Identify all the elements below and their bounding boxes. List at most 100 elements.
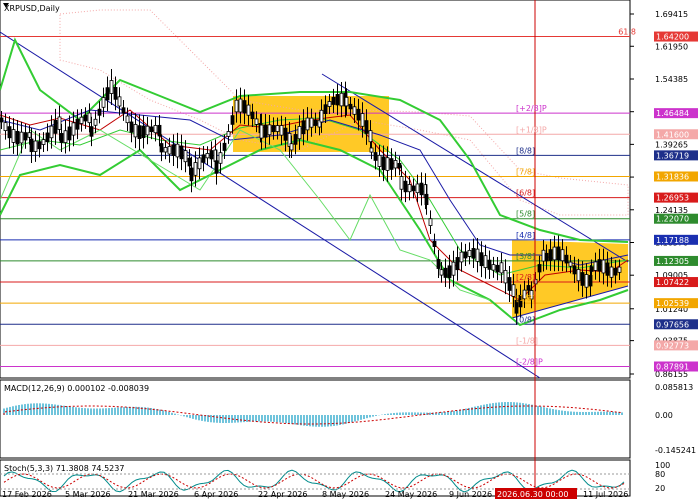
level-name-label: [0/8] bbox=[516, 315, 535, 324]
candle-body bbox=[436, 259, 441, 269]
candle-body bbox=[479, 252, 484, 267]
candle-body bbox=[560, 249, 565, 262]
candle-body bbox=[424, 193, 429, 206]
candle-body bbox=[335, 94, 340, 106]
candle-body bbox=[153, 125, 158, 134]
candle-body bbox=[327, 101, 332, 107]
candle-body bbox=[189, 167, 194, 182]
candle-body bbox=[109, 80, 114, 94]
level-price-text: 1.17188 bbox=[656, 236, 689, 245]
candle-body bbox=[7, 126, 12, 139]
price-tick-label: 1.39265 bbox=[655, 140, 688, 149]
candle-body bbox=[279, 125, 284, 136]
candle-body bbox=[597, 259, 602, 272]
candle-body bbox=[491, 264, 496, 271]
candle-body bbox=[364, 120, 369, 134]
candle-body bbox=[455, 257, 460, 271]
candle-body bbox=[193, 162, 198, 176]
level-price-text: 1.02539 bbox=[656, 299, 689, 308]
candle-body bbox=[613, 267, 618, 276]
level-name-label: [4/8] bbox=[516, 231, 535, 240]
candle-body bbox=[137, 125, 142, 140]
candle-body bbox=[19, 131, 24, 144]
candle-body bbox=[301, 120, 306, 135]
candle-body bbox=[503, 270, 508, 284]
candle-body bbox=[584, 274, 589, 288]
candle-body bbox=[209, 150, 214, 160]
candle-body bbox=[399, 176, 404, 190]
candle-body bbox=[293, 134, 298, 145]
candle-body bbox=[483, 255, 488, 269]
level-name-label: [8/8] bbox=[516, 146, 535, 155]
candle-body bbox=[385, 157, 390, 171]
level-price-text: 1.46484 bbox=[656, 109, 689, 118]
candle-body bbox=[75, 118, 80, 130]
price-chart-canvas[interactable]: XRPUSD,Daily MACD(12,26,9) 0.000102 -0.0… bbox=[0, 0, 700, 500]
candle-body bbox=[149, 126, 154, 133]
candle-body bbox=[250, 111, 255, 120]
candle-body bbox=[381, 156, 386, 171]
candle-body bbox=[419, 182, 424, 196]
candle-body bbox=[79, 116, 84, 124]
candle-body bbox=[373, 152, 378, 161]
candle-body bbox=[475, 248, 480, 262]
candle-body bbox=[63, 130, 68, 143]
candle-body bbox=[467, 249, 472, 257]
candle-body bbox=[275, 125, 280, 132]
candle-body bbox=[101, 97, 106, 108]
candle-body bbox=[568, 261, 573, 267]
candle-body bbox=[83, 114, 88, 122]
macd-axis-min: -0.145241 bbox=[655, 446, 696, 455]
level-name-label: [3/8] bbox=[516, 252, 535, 261]
stoch-d-line bbox=[3, 473, 625, 489]
candle-body bbox=[29, 138, 34, 153]
candle-body bbox=[163, 147, 168, 153]
candle-body bbox=[93, 118, 98, 126]
time-label: 21 Mar 2026 bbox=[128, 490, 179, 499]
price-tick-label: 1.54385 bbox=[655, 75, 688, 84]
candle-body bbox=[548, 249, 553, 261]
candle-body bbox=[297, 126, 302, 140]
candle-body bbox=[33, 140, 38, 152]
candle-body bbox=[27, 132, 32, 138]
stoch-axis-100: 100 bbox=[655, 461, 670, 470]
level-name-label: [5/8] bbox=[516, 210, 535, 219]
time-label: 9 Jun 2026 bbox=[449, 490, 492, 499]
candle-body bbox=[254, 118, 259, 125]
candle-body bbox=[53, 120, 58, 134]
candle-body bbox=[499, 262, 504, 274]
candle-body bbox=[230, 115, 235, 125]
candle-body bbox=[609, 266, 614, 278]
trading-chart-window[interactable]: XRPUSD,Daily MACD(12,26,9) 0.000102 -0.0… bbox=[0, 0, 700, 500]
candle-body bbox=[246, 104, 251, 116]
candle-body bbox=[226, 131, 231, 137]
candle-body bbox=[576, 269, 581, 282]
level-name-label: [1/8] bbox=[516, 294, 535, 303]
candle-body bbox=[234, 99, 239, 113]
price-tick-label: 1.61950 bbox=[655, 42, 688, 51]
candle-body bbox=[415, 183, 420, 194]
level-name-label: [-1/8] bbox=[516, 336, 538, 345]
candle-body bbox=[238, 98, 243, 113]
candle-body bbox=[141, 125, 146, 139]
highlight-zones bbox=[233, 96, 628, 318]
candle-body bbox=[397, 163, 402, 169]
macd-indicator-label: MACD(12,26,9) 0.000102 -0.008039 bbox=[4, 384, 149, 393]
time-label: 17 Feb 2026 bbox=[2, 490, 52, 499]
candle-body bbox=[23, 132, 28, 141]
level-price-text: 0.92773 bbox=[656, 341, 689, 350]
candle-body bbox=[125, 115, 130, 124]
candle-body bbox=[601, 259, 606, 274]
candle-body bbox=[511, 284, 516, 297]
candle-body bbox=[175, 143, 180, 158]
candle-body bbox=[344, 97, 349, 107]
level-name-label: [-2/8]P bbox=[516, 357, 543, 366]
chart-symbol-title: XRPUSD,Daily bbox=[4, 4, 60, 13]
candle-body bbox=[222, 142, 227, 151]
channel-upper-line[interactable] bbox=[0, 31, 541, 379]
candle-body bbox=[267, 124, 272, 136]
level-price-text: 1.64200 bbox=[656, 33, 689, 42]
candle-body bbox=[263, 124, 268, 138]
candle-body bbox=[432, 240, 437, 247]
level-name-label: 61.8 bbox=[618, 28, 636, 37]
